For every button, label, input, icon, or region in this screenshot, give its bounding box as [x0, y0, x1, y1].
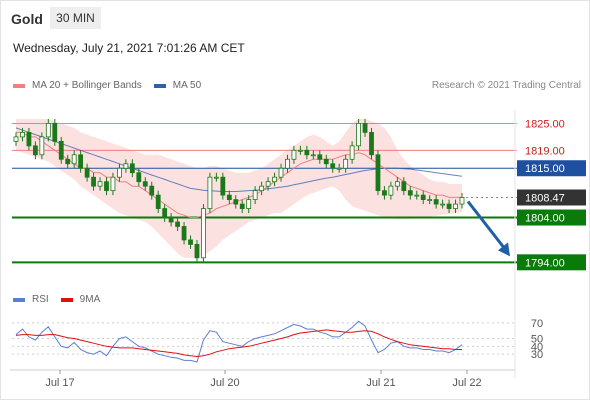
candle-body: [233, 199, 239, 205]
price-chart: 1825.00 1819.00 1815.00 1808.47 1804.00 1794.…: [10, 110, 586, 389]
candle-body: [369, 131, 374, 156]
rsi-series-RSI: [15, 320, 463, 363]
candle-body: [181, 226, 187, 241]
candle-body: [188, 239, 193, 245]
candle-body: [239, 203, 245, 209]
candle-body: [97, 181, 103, 187]
x-tick-label-Jul 20: Jul 20: [210, 377, 239, 389]
candle-body: [226, 194, 232, 200]
candle-body: [310, 154, 316, 157]
candle-body: [162, 208, 168, 218]
candle-body: [446, 203, 452, 209]
candle-body: [336, 167, 342, 170]
candle-body: [32, 145, 38, 156]
candle-body: [39, 136, 45, 156]
candle-body: [175, 221, 180, 227]
candle-body: [194, 243, 200, 259]
level-label-1819.00: 1819.00: [525, 145, 565, 157]
candle-body: [394, 181, 400, 187]
candle-body: [433, 199, 439, 205]
candle-body: [52, 123, 58, 142]
candle-body: [65, 158, 71, 165]
candle-body: [207, 176, 213, 209]
candle-body: [362, 123, 368, 133]
candle-body: [13, 136, 19, 142]
level-label-1808.47: 1808.47: [525, 192, 565, 204]
candle-body: [129, 163, 135, 174]
level-label-1825.00: 1825.00: [525, 118, 565, 130]
candle-body: [459, 197, 465, 205]
candle-body: [26, 131, 32, 147]
candle-body: [401, 181, 407, 192]
candle-body: [71, 154, 77, 165]
candle-body: [278, 167, 284, 178]
candle-body: [149, 185, 155, 196]
candle-body: [272, 176, 277, 183]
candle-body: [110, 176, 116, 192]
candle-body: [285, 158, 290, 169]
candle-body: [123, 163, 129, 169]
candle-body: [298, 149, 303, 152]
level-label-1794.00: 1794.00: [525, 257, 565, 269]
candle-body: [440, 203, 446, 206]
candle-body: [117, 167, 122, 178]
candle-body: [136, 172, 142, 183]
candle-body: [201, 208, 206, 259]
candle-body: [168, 217, 174, 223]
candle-body: [252, 190, 258, 200]
candle-body: [453, 203, 458, 209]
candle-body: [375, 154, 381, 192]
candle-body: [155, 194, 161, 209]
rsi-series-9MA: [15, 329, 462, 358]
candle-body: [323, 158, 329, 165]
candle-body: [265, 181, 271, 187]
candle-body: [414, 194, 420, 197]
candle-body: [427, 199, 433, 202]
candle-body: [317, 154, 323, 160]
candle-body: [84, 167, 90, 178]
candle-body: [407, 190, 413, 196]
candle-body: [104, 181, 109, 192]
candle-body: [382, 190, 387, 196]
candle-body: [330, 163, 336, 169]
x-tick-label-Jul 21: Jul 21: [366, 377, 395, 389]
candle-body: [58, 140, 64, 160]
candle-body: [304, 149, 310, 156]
x-tick-label-Jul 17: Jul 17: [45, 377, 74, 389]
candle-body: [220, 176, 226, 196]
candle-body: [356, 123, 361, 147]
candle-body: [142, 181, 148, 187]
level-label-1815.00: 1815.00: [525, 163, 565, 175]
candle-body: [91, 176, 96, 187]
candle-body: [20, 131, 25, 138]
candle-body: [246, 199, 252, 209]
rsi-tick-label-30: 30: [531, 349, 543, 361]
candle-body: [291, 149, 297, 160]
candle-body: [45, 123, 51, 138]
rsi-tick-label-70: 70: [531, 318, 543, 330]
forecast-arrow-shaft: [466, 200, 508, 252]
x-tick-label-Jul 22: Jul 22: [452, 377, 481, 389]
bollinger-band: [16, 119, 462, 258]
candle-body: [78, 154, 84, 169]
candle-body: [259, 185, 265, 192]
level-label-1804.00: 1804.00: [525, 213, 565, 225]
candle-body: [213, 176, 219, 179]
candle-body: [349, 145, 355, 160]
candle-body: [420, 194, 426, 200]
candle-body: [343, 158, 349, 169]
candle-body: [388, 185, 394, 196]
